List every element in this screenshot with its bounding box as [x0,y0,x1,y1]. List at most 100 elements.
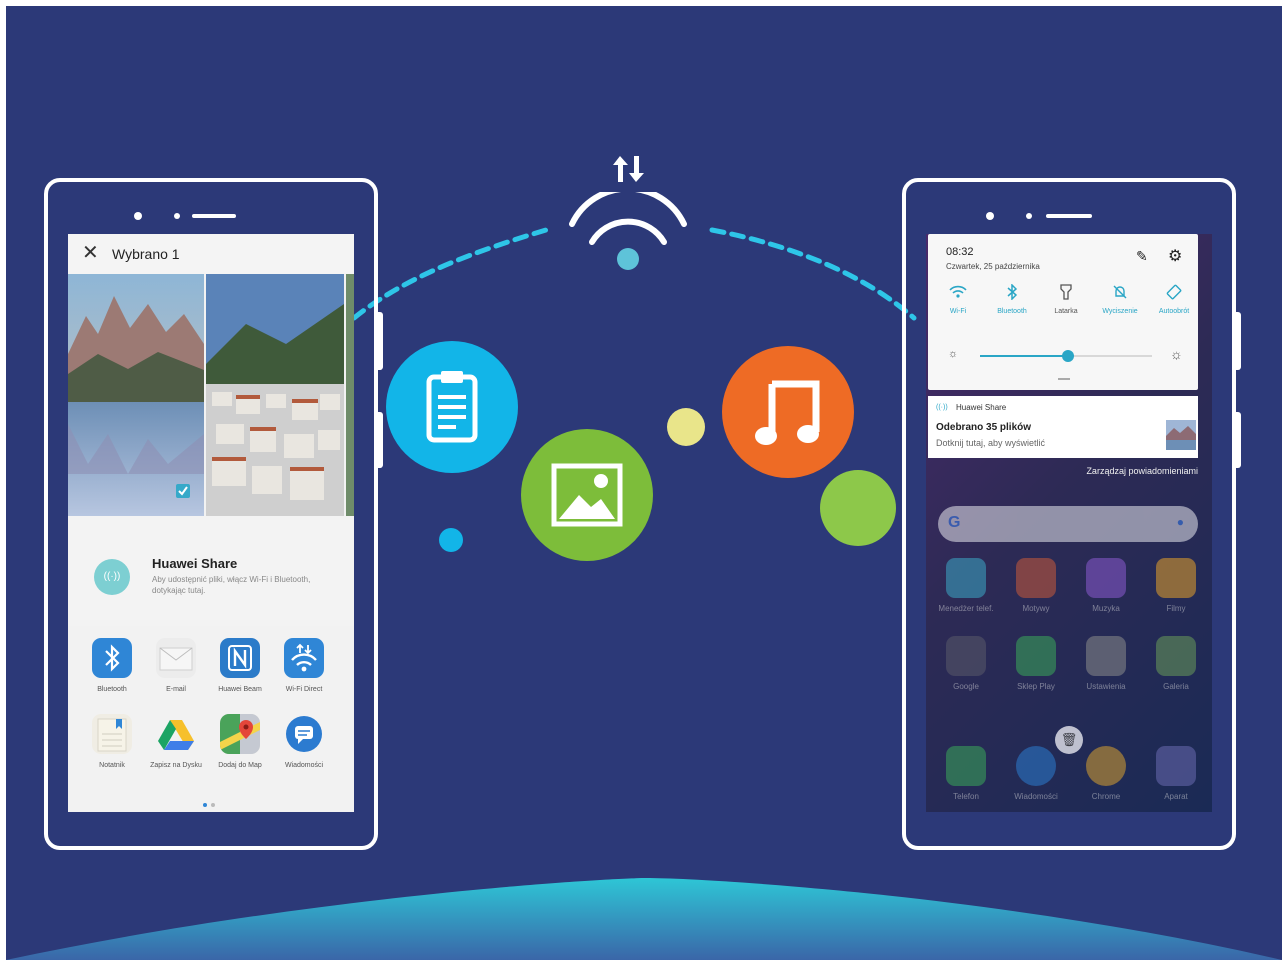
home-app-label: Aparat [1164,792,1188,801]
share-app-google-maps[interactable]: Dodaj do Map [208,714,272,769]
app-label: Wiadomości [284,762,324,769]
tile-bluetooth[interactable]: Bluetooth [986,283,1038,315]
tile-label: Autoobrót [1158,308,1190,315]
google-folder-icon[interactable] [946,636,986,676]
panel-handle[interactable] [1058,378,1070,380]
home-app-label: Chrome [1091,792,1121,801]
power-button [1236,412,1241,468]
right-phone: G ● Menedżer telef. Motywy Muzyka Filmy … [902,178,1236,850]
illustration-background: ✕ Wybrano 1 ((·)) Huawei Share Aby udost… [6,6,1282,960]
photo-thumbnail-partial[interactable] [346,274,354,516]
notification-card[interactable]: ((·)) Huawei Share Odebrano 35 plików Do… [928,396,1198,458]
image-icon [551,463,623,527]
huawei-share-small-icon: ((·)) [936,404,948,411]
home-app-label: Motywy [1022,604,1050,613]
wifi-tile-icon [932,284,984,302]
share-app-google-drive[interactable]: Zapisz na Dysku [144,714,208,769]
share-app-huawei-beam[interactable]: Huawei Beam [208,638,272,693]
themes-icon[interactable] [1016,558,1056,598]
app-label: Dodaj do Map [218,762,262,769]
volume-button [1236,312,1241,370]
close-icon[interactable]: ✕ [82,242,99,264]
huawei-share-panel[interactable]: ((·)) Huawei Share Aby udostępnić pliki,… [68,516,354,626]
tile-mute[interactable]: Wyciszenie [1094,284,1146,315]
nfc-icon [220,638,260,678]
volume-button [378,312,383,370]
home-screen: G ● Menedżer telef. Motywy Muzyka Filmy … [926,234,1212,812]
trash-icon[interactable]: 🗑 [1055,726,1083,754]
huawei-share-description: Aby udostępnić pliki, włącz Wi-Fi i Blue… [152,575,311,595]
google-search-bar[interactable]: G ● [938,506,1198,542]
chrome-icon[interactable] [1086,746,1126,786]
page-title: Wybrano 1 [112,246,180,262]
image-bubble [521,429,653,561]
home-app-label: Ustawienia [1086,682,1126,691]
tile-label: Wi-Fi [949,308,967,315]
brightness-slider[interactable] [980,350,1152,362]
app-label: E-mail [166,686,186,693]
green-dot [820,470,896,546]
mute-icon [1094,284,1146,302]
huawei-share-icon: ((·)) [94,559,130,595]
clipboard-bubble [386,341,518,473]
app-label: Bluetooth [97,686,127,693]
microphone-icon[interactable]: ● [1177,515,1184,529]
share-app-messages[interactable]: Wiadomości [272,714,336,769]
google-logo-icon: G [948,514,961,531]
clipboard-icon [426,371,478,443]
bluetooth-tile-icon [986,283,1038,302]
messages-icon [284,714,324,754]
app-label: Wi-Fi Direct [285,686,323,693]
phone-dialer-icon[interactable] [946,746,986,786]
brightness-thumb[interactable] [1061,350,1074,362]
clock: 08:32 [946,246,974,258]
home-app-label: Telefon [953,792,979,801]
share-app-notepad[interactable]: Notatnik [80,714,144,769]
phone-manager-icon[interactable] [946,558,986,598]
manage-notifications-link[interactable]: Zarządzaj powiadomieniami [1076,466,1198,476]
home-app-label: Muzyka [1092,604,1120,613]
home-app-label: Wiadomości [1014,792,1058,801]
flashlight-icon [1040,284,1092,302]
share-header: ✕ Wybrano 1 [68,234,354,274]
sensor [1026,213,1032,219]
notepad-icon [92,714,132,754]
tile-flashlight[interactable]: Latarka [1040,284,1092,315]
gallery-icon[interactable] [1156,636,1196,676]
home-app-label: Galeria [1163,682,1189,691]
google-drive-icon [156,714,196,754]
tile-auto-rotate[interactable]: Autoobrót [1148,284,1200,315]
wifi-icon [568,185,688,272]
left-phone: ✕ Wybrano 1 ((·)) Huawei Share Aby udost… [44,178,378,850]
app-label: Notatnik [99,762,125,769]
share-app-email[interactable]: E-mail [144,638,208,693]
huawei-share-title: Huawei Share [152,556,238,571]
home-app-label: Menedżer telef. [938,604,994,613]
google-maps-icon [220,714,260,754]
music-icon[interactable] [1086,558,1126,598]
quick-settings-panel: 08:32 Czwartek, 25 października ✎ ⚙ Wi-F… [928,234,1198,390]
yellow-dot [667,408,705,446]
brightness-high-icon: ☼ [1170,346,1183,362]
share-app-bluetooth[interactable]: Bluetooth [80,638,144,693]
home-app-label: Filmy [1166,604,1186,613]
photo-thumbnail-mountains[interactable] [68,274,204,516]
front-camera [134,212,142,220]
notification-title: Odebrano 35 plików [936,422,1032,433]
notification-app: Huawei Share [956,403,1007,412]
notification-body: Dotknij tutaj, aby wyświetlić [936,438,1046,448]
videos-icon[interactable] [1156,558,1196,598]
camera-icon[interactable] [1156,746,1196,786]
messages-app-icon[interactable] [1016,746,1056,786]
wifi-direct-icon [284,638,324,678]
page-indicator [203,794,216,812]
sensor [174,213,180,219]
settings-icon[interactable] [1086,636,1126,676]
front-camera [986,212,994,220]
gear-icon[interactable]: ⚙ [1168,246,1182,266]
tile-wifi[interactable]: Wi-Fi [932,284,984,315]
share-app-wifi-direct[interactable]: Wi-Fi Direct [272,638,336,693]
photo-thumbnail-town[interactable] [206,274,344,516]
edit-icon[interactable]: ✎ [1136,248,1148,265]
play-store-icon[interactable] [1016,636,1056,676]
